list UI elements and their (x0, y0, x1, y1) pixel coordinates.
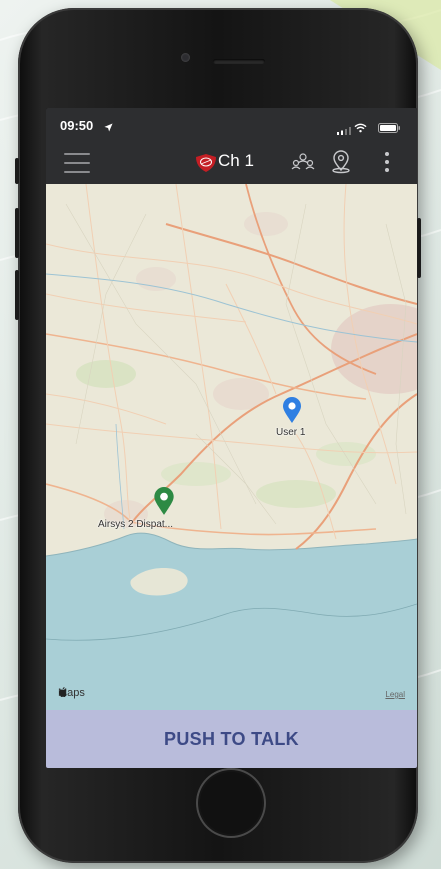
channel-name[interactable]: Ch 1 (218, 151, 254, 171)
map-tiles (46, 184, 417, 710)
mute-switch (15, 158, 19, 184)
volume-up-button (15, 208, 19, 258)
status-bar: 09:50 (46, 108, 417, 140)
battery-icon (378, 120, 401, 138)
front-camera (181, 53, 190, 62)
phone-screen: 09:50 Ch 1 User 1 Airsys 2 Dispat... Map… (46, 108, 417, 768)
hamburger-menu-icon[interactable] (64, 153, 90, 173)
map-view[interactable]: User 1 Airsys 2 Dispat... Maps Legal (46, 184, 417, 710)
shield-logo-icon (194, 153, 218, 178)
location-pin-icon[interactable] (329, 150, 353, 179)
legal-link[interactable]: Legal (385, 690, 405, 699)
volume-down-button (15, 270, 19, 320)
home-button[interactable] (196, 768, 266, 838)
more-vertical-icon[interactable] (384, 151, 390, 178)
wifi-icon (354, 120, 367, 138)
dispatcher-location-marker-icon[interactable] (153, 487, 175, 516)
app-toolbar: Ch 1 (46, 140, 417, 184)
power-button (417, 218, 421, 278)
apple-logo-icon (59, 687, 67, 697)
push-to-talk-button[interactable]: PUSH TO TALK (46, 710, 417, 768)
earpiece-speaker (213, 59, 265, 64)
marker-label-user: User 1 (276, 427, 306, 438)
location-arrow-icon (104, 119, 113, 137)
channel-users-icon[interactable] (291, 151, 315, 178)
status-time: 09:50 (60, 118, 94, 133)
marker-label-dispatcher: Airsys 2 Dispat... (98, 519, 174, 530)
phone-frame: 09:50 Ch 1 User 1 Airsys 2 Dispat... Map… (15, 8, 421, 863)
user-location-marker-icon[interactable] (282, 397, 302, 424)
maps-attribution: Maps (58, 687, 85, 699)
cellular-signal-icon (337, 122, 351, 140)
